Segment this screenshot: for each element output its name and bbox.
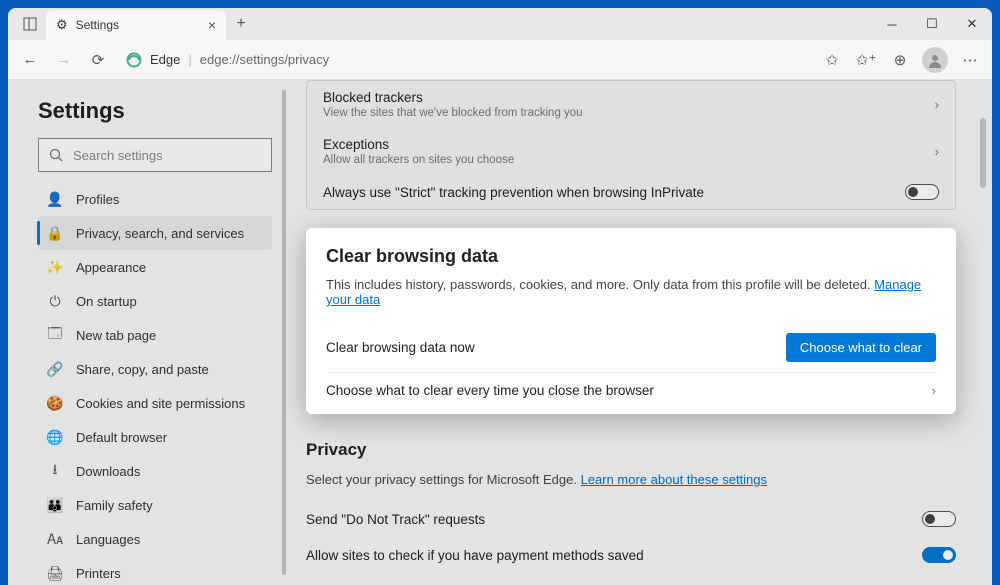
search-icon <box>49 148 63 162</box>
gear-icon: ⚙ <box>56 17 68 33</box>
chevron-right-icon: › <box>935 144 939 159</box>
favorites-bar-button[interactable]: ✩⁺ <box>850 44 882 76</box>
sidebar-item-languages[interactable]: 🗛 Languages <box>38 522 272 556</box>
sidebar-item-label: Cookies and site permissions <box>76 396 245 411</box>
search-input[interactable]: Search settings <box>38 138 272 172</box>
sidebar-item-label: Family safety <box>76 498 153 513</box>
close-button[interactable]: ✕ <box>952 8 992 40</box>
cookies-icon: 🍪 <box>46 395 64 412</box>
scrollbar-thumb[interactable] <box>980 118 986 188</box>
sidebar-item-label: Appearance <box>76 260 146 275</box>
clear-description: This includes history, passwords, cookie… <box>326 277 936 307</box>
sidebar-item-downloads[interactable]: ⭳ Downloads <box>38 454 272 488</box>
settings-sidebar: Settings Search settings 👤 Profiles 🔒 Priva… <box>8 80 286 585</box>
sidebar-item-new-tab-page[interactable]: 🗔 New tab page <box>38 318 272 352</box>
browser-icon: 🌐 <box>46 429 64 446</box>
learn-more-link[interactable]: Learn more about these settings <box>581 472 767 487</box>
clear-on-close-row[interactable]: Choose what to clear every time you clos… <box>326 372 936 408</box>
sidebar-item-cookies-and-site-permissions[interactable]: 🍪 Cookies and site permissions <box>38 386 272 420</box>
strict-inprivate-row[interactable]: Always use "Strict" tracking prevention … <box>307 175 955 209</box>
do-not-track-toggle[interactable] <box>922 511 956 527</box>
sidebar-item-on-startup[interactable]: ⏻ On startup <box>38 284 272 318</box>
sidebar-item-label: Printers <box>76 566 121 581</box>
privacy-heading: Privacy <box>306 440 956 460</box>
sidebar-item-label: Default browser <box>76 430 167 445</box>
new-tab-button[interactable]: + <box>226 15 256 33</box>
tracking-prevention-card: Blocked trackers View the sites that we'… <box>306 80 956 210</box>
payment-check-toggle[interactable] <box>922 547 956 563</box>
clear-browsing-data-section: Clear browsing data This includes histor… <box>306 228 956 414</box>
sidebar-item-default-browser[interactable]: 🌐 Default browser <box>38 420 272 454</box>
exceptions-row[interactable]: Exceptions Allow all trackers on sites y… <box>307 128 955 175</box>
sidebar-item-label: Share, copy, and paste <box>76 362 209 377</box>
toolbar: ← → ⟳ Edge | edge://settings/privacy ✩ ✩… <box>8 40 992 80</box>
search-placeholder: Search settings <box>73 148 163 163</box>
more-button[interactable]: ⋯ <box>954 44 986 76</box>
profile-avatar[interactable] <box>922 47 948 73</box>
app-icon <box>20 14 40 34</box>
settings-main: Blocked trackers View the sites that we'… <box>286 80 992 585</box>
brand-label: Edge <box>150 52 180 67</box>
sidebar-item-printers[interactable]: 🖨 Printers <box>38 556 272 585</box>
sidebar-item-label: Privacy, search, and services <box>76 226 244 241</box>
clear-now-row: Clear browsing data now Choose what to c… <box>326 323 936 372</box>
printers-icon: 🖨 <box>46 565 64 582</box>
sidebar-item-label: Languages <box>76 532 140 547</box>
back-button[interactable]: ← <box>14 44 46 76</box>
sidebar-item-label: Downloads <box>76 464 140 479</box>
minimize-button[interactable]: ─ <box>872 8 912 40</box>
sidebar-item-label: New tab page <box>76 328 156 343</box>
maximize-button[interactable]: ☐ <box>912 8 952 40</box>
downloads-icon: ⭳ <box>46 459 64 483</box>
tab-title: Settings <box>76 18 119 32</box>
sidebar-item-family-safety[interactable]: 👪 Family safety <box>38 488 272 522</box>
sidebar-item-privacy-search-and-services[interactable]: 🔒 Privacy, search, and services <box>38 216 272 250</box>
share-icon: 🔗 <box>46 361 64 378</box>
sidebar-item-label: On startup <box>76 294 137 309</box>
tab-close-icon[interactable]: × <box>208 17 216 33</box>
sidebar-item-appearance[interactable]: ✨ Appearance <box>38 250 272 284</box>
startup-icon: ⏻ <box>46 293 64 310</box>
appearance-icon: ✨ <box>46 259 64 276</box>
payment-methods-row: Allow sites to check if you have payment… <box>306 537 956 573</box>
strict-inprivate-toggle[interactable] <box>905 184 939 200</box>
chevron-right-icon: › <box>935 97 939 112</box>
titlebar: ⚙ Settings × + ─ ☐ ✕ <box>8 8 992 40</box>
choose-what-to-clear-button[interactable]: Choose what to clear <box>786 333 936 362</box>
favorite-button[interactable]: ✩ <box>816 44 848 76</box>
browser-tab[interactable]: ⚙ Settings × <box>46 10 226 40</box>
newtab-icon: 🗔 <box>46 323 64 347</box>
do-not-track-row: Send "Do Not Track" requests <box>306 501 956 537</box>
chevron-right-icon: › <box>932 383 936 398</box>
lock-icon: 🔒 <box>46 225 64 242</box>
person-icon: 👤 <box>46 191 64 208</box>
clear-title: Clear browsing data <box>326 246 936 267</box>
settings-title: Settings <box>38 98 272 124</box>
sidebar-item-share-copy-and-paste[interactable]: 🔗 Share, copy, and paste <box>38 352 272 386</box>
forward-button[interactable]: → <box>48 44 80 76</box>
sidebar-item-label: Profiles <box>76 192 119 207</box>
address-bar[interactable]: Edge | edge://settings/privacy <box>116 45 814 75</box>
sidebar-item-profiles[interactable]: 👤 Profiles <box>38 182 272 216</box>
collections-button[interactable]: ⊕ <box>884 44 916 76</box>
privacy-description: Select your privacy settings for Microso… <box>306 472 956 487</box>
refresh-button[interactable]: ⟳ <box>82 44 114 76</box>
blocked-trackers-row[interactable]: Blocked trackers View the sites that we'… <box>307 81 955 128</box>
edge-icon <box>126 52 142 68</box>
url-text: edge://settings/privacy <box>200 52 329 67</box>
languages-icon: 🗛 <box>46 531 64 548</box>
family-icon: 👪 <box>46 497 64 514</box>
